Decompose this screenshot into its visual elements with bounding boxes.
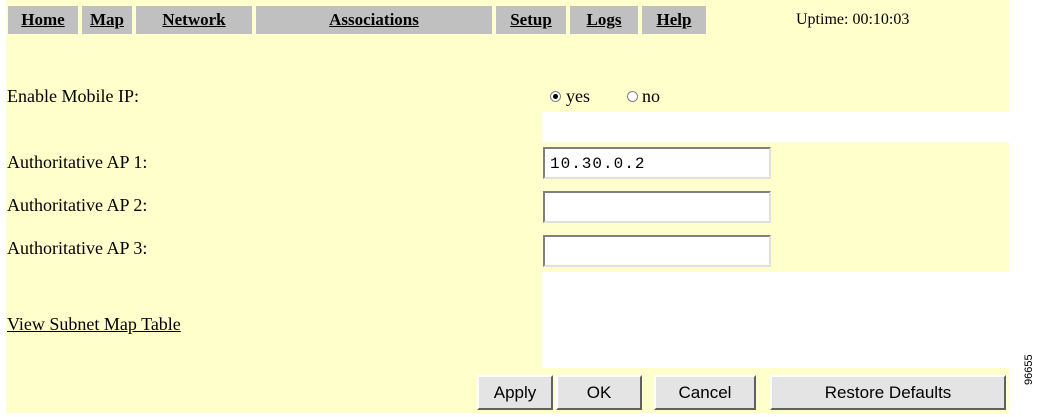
ap2-label: Authoritative AP 2:: [7, 195, 148, 215]
ap3-input[interactable]: [543, 235, 771, 267]
cancel-button[interactable]: Cancel: [654, 375, 756, 410]
nav-setup[interactable]: Setup: [496, 6, 566, 34]
nav-home[interactable]: Home: [8, 6, 78, 34]
mobile-ip-yes-label: yes: [566, 86, 590, 106]
ok-button[interactable]: OK: [556, 375, 642, 410]
ap3-label: Authoritative AP 3:: [7, 238, 148, 258]
nav-logs[interactable]: Logs: [570, 6, 638, 34]
ap1-input[interactable]: 10.30.0.2: [543, 147, 771, 179]
nav-network[interactable]: Network: [136, 6, 252, 34]
apply-button[interactable]: Apply: [477, 375, 553, 410]
ap2-input[interactable]: [543, 191, 771, 223]
nav-associations[interactable]: Associations: [256, 6, 492, 34]
figure-number: 96655: [1023, 354, 1035, 385]
ap-rows-bg: [6, 142, 1009, 272]
top-nav-bar: Home Map Network Associations Setup Logs…: [6, 0, 1009, 40]
nav-help[interactable]: Help: [642, 6, 706, 34]
mobile-ip-no-radio[interactable]: [627, 91, 638, 102]
spacer-left-bg: [6, 112, 542, 142]
ap1-label: Authoritative AP 1:: [7, 152, 148, 172]
view-subnet-map-link[interactable]: View Subnet Map Table: [7, 314, 181, 335]
restore-defaults-button[interactable]: Restore Defaults: [770, 375, 1006, 410]
mobile-ip-no-label: no: [642, 86, 660, 106]
nav-map[interactable]: Map: [82, 6, 132, 34]
mobile-ip-label: Enable Mobile IP:: [7, 86, 139, 106]
mobile-ip-row-bg: [6, 40, 1009, 112]
mobile-ip-yes-radio[interactable]: [550, 91, 561, 102]
uptime-text: Uptime: 00:10:03: [796, 11, 910, 28]
